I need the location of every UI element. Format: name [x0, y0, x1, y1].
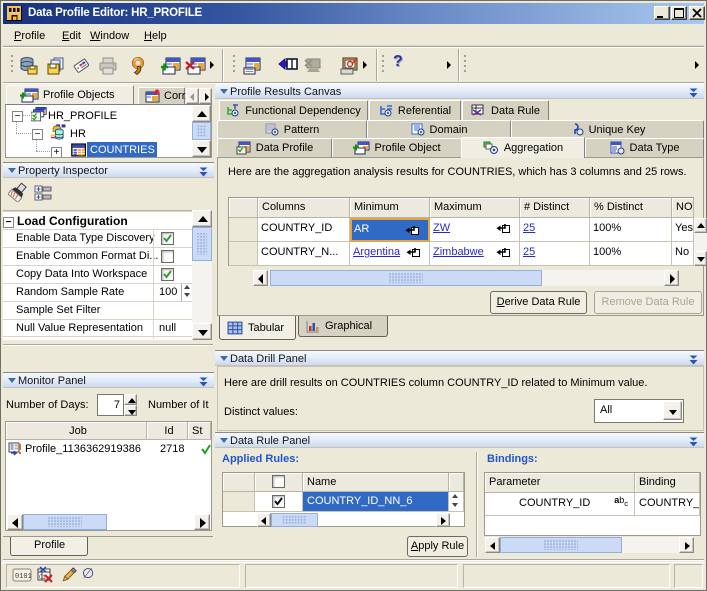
svg-text:01: 01: [39, 575, 46, 581]
svg-text:0101: 0101: [15, 573, 32, 581]
